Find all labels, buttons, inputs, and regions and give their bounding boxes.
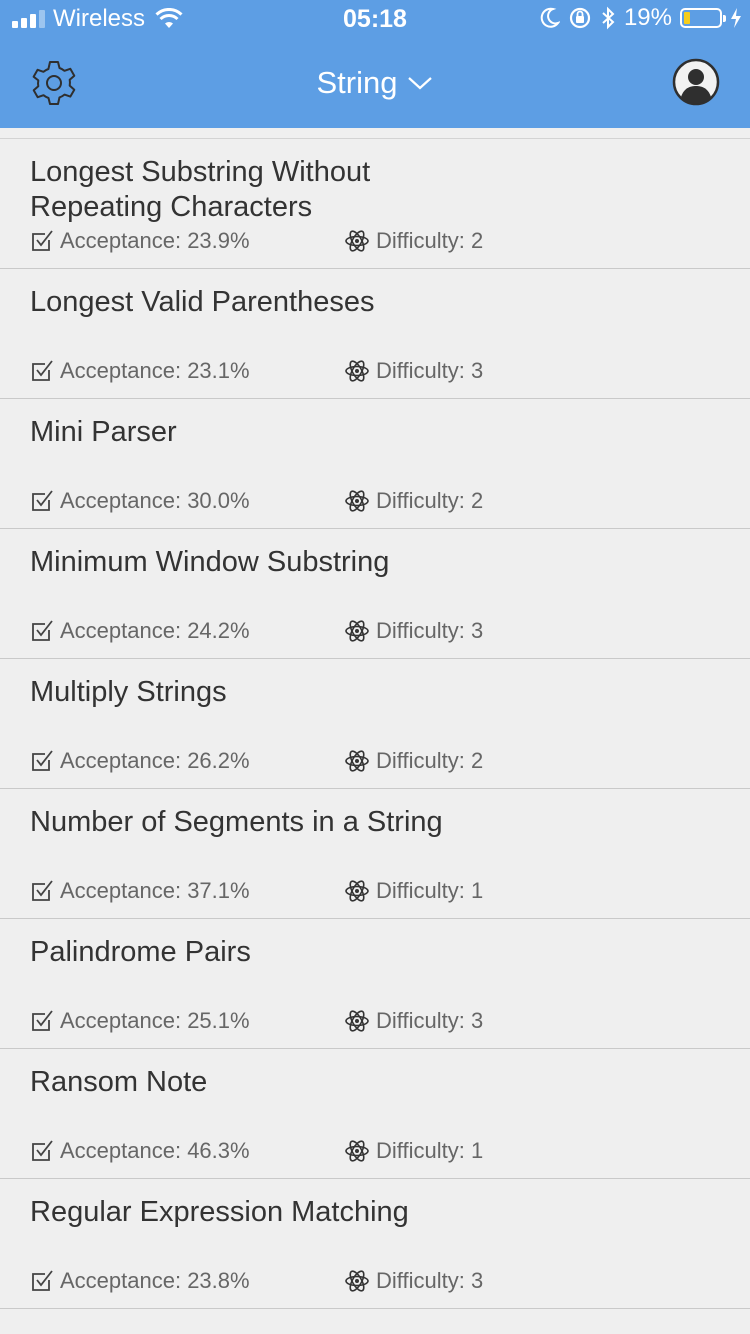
checkbox-checked-icon [32, 360, 53, 381]
problem-list: Longest Substring Without Repeating Char… [0, 138, 750, 1309]
problem-meta: Acceptance: 26.2% Difficulty: 2 [30, 748, 483, 774]
nav-title-wrap: String [0, 65, 750, 101]
difficulty-group: Difficulty: 3 [344, 1268, 483, 1294]
problem-meta: Acceptance: 23.8% Difficulty: 3 [30, 1268, 483, 1294]
acceptance-text: Acceptance: 37.1% [60, 878, 250, 903]
problem-title: Regular Expression Matching [30, 1196, 409, 1228]
battery-percent: 19% [623, 4, 672, 31]
user-avatar-icon[interactable] [672, 58, 720, 106]
difficulty-text: Difficulty: 1 [376, 878, 484, 903]
difficulty-group: Difficulty: 2 [344, 228, 483, 254]
checkbox-checked-icon [32, 620, 53, 641]
difficulty-group: Difficulty: 3 [344, 358, 483, 384]
acceptance-group: Acceptance: 46.3% [30, 1138, 344, 1164]
checkbox-checked-icon [32, 1010, 53, 1031]
difficulty-text: Difficulty: 3 [376, 1268, 484, 1293]
problem-row[interactable]: Longest Substring Without Repeating Char… [0, 139, 750, 269]
problem-row[interactable]: Multiply Strings Acceptance: 26.2% Diffi… [0, 659, 750, 789]
difficulty-group: Difficulty: 2 [344, 748, 483, 774]
acceptance-group: Acceptance: 26.2% [30, 748, 344, 774]
problem-meta: Acceptance: 23.9% Difficulty: 2 [30, 228, 483, 254]
problem-row[interactable]: Ransom Note Acceptance: 46.3% Difficulty… [0, 1049, 750, 1179]
acceptance-group: Acceptance: 37.1% [30, 878, 344, 904]
difficulty-group: Difficulty: 3 [344, 618, 483, 644]
difficulty-group: Difficulty: 1 [344, 878, 483, 904]
battery-icon [680, 8, 726, 28]
acceptance-text: Acceptance: 23.9% [60, 228, 250, 253]
nav-title: String [316, 65, 398, 100]
moon-icon [540, 7, 560, 28]
acceptance-group: Acceptance: 23.8% [30, 1268, 344, 1294]
acceptance-text: Acceptance: 30.0% [60, 488, 250, 513]
acceptance-group: Acceptance: 24.2% [30, 618, 344, 644]
acceptance-text: Acceptance: 25.1% [60, 1008, 250, 1033]
acceptance-group: Acceptance: 25.1% [30, 1008, 344, 1034]
category-selector[interactable]: String [317, 65, 434, 101]
difficulty-group: Difficulty: 3 [344, 1008, 483, 1034]
difficulty-text: Difficulty: 3 [376, 1008, 484, 1033]
problem-title: Number of Segments in a String [30, 806, 443, 838]
problem-meta: Acceptance: 23.1% Difficulty: 3 [30, 358, 483, 384]
checkbox-checked-icon [32, 750, 53, 771]
chevron-down-icon [408, 77, 433, 90]
acceptance-text: Acceptance: 23.8% [60, 1268, 250, 1293]
problem-meta: Acceptance: 25.1% Difficulty: 3 [30, 1008, 483, 1034]
problem-row[interactable]: Mini Parser Acceptance: 30.0% Difficulty… [0, 399, 750, 529]
problem-title: Multiply Strings [30, 676, 227, 708]
checkbox-checked-icon [32, 230, 53, 251]
atom-icon [345, 880, 369, 902]
problem-meta: Acceptance: 30.0% Difficulty: 2 [30, 488, 483, 514]
status-bar: Wireless 05:18 19% [0, 0, 750, 40]
atom-icon [345, 1140, 369, 1162]
atom-icon [345, 750, 369, 772]
difficulty-text: Difficulty: 3 [376, 618, 484, 643]
difficulty-text: Difficulty: 3 [376, 358, 484, 383]
checkbox-checked-icon [32, 880, 53, 901]
problem-meta: Acceptance: 37.1% Difficulty: 1 [30, 878, 483, 904]
acceptance-group: Acceptance: 23.9% [30, 228, 344, 254]
app-header: Wireless 05:18 19% String [0, 0, 750, 128]
atom-icon [345, 230, 369, 252]
problem-meta: Acceptance: 46.3% Difficulty: 1 [30, 1138, 483, 1164]
orientation-lock-icon [569, 7, 591, 29]
difficulty-text: Difficulty: 1 [376, 1138, 484, 1163]
atom-icon [345, 360, 369, 382]
acceptance-text: Acceptance: 26.2% [60, 748, 250, 773]
problem-row[interactable]: Longest Valid Parentheses Acceptance: 23… [0, 269, 750, 399]
status-right: 19% [540, 4, 742, 32]
atom-icon [345, 490, 369, 512]
acceptance-text: Acceptance: 24.2% [60, 618, 250, 643]
checkbox-checked-icon [32, 1140, 53, 1161]
acceptance-text: Acceptance: 23.1% [60, 358, 250, 383]
problem-title: Longest Valid Parentheses [30, 286, 375, 318]
difficulty-group: Difficulty: 1 [344, 1138, 483, 1164]
problem-row[interactable]: Minimum Window Substring Acceptance: 24.… [0, 529, 750, 659]
battery-fill [684, 12, 690, 24]
checkbox-checked-icon [32, 1270, 53, 1291]
acceptance-group: Acceptance: 30.0% [30, 488, 344, 514]
checkbox-checked-icon [32, 490, 53, 511]
problem-meta: Acceptance: 24.2% Difficulty: 3 [30, 618, 483, 644]
difficulty-group: Difficulty: 2 [344, 488, 483, 514]
problem-title: Mini Parser [30, 416, 177, 448]
atom-icon [345, 1270, 369, 1292]
problem-row[interactable]: Palindrome Pairs Acceptance: 25.1% Diffi… [0, 919, 750, 1049]
problem-row[interactable]: Number of Segments in a String Acceptanc… [0, 789, 750, 919]
nav-bar: String [0, 40, 750, 128]
difficulty-text: Difficulty: 2 [376, 748, 484, 773]
difficulty-text: Difficulty: 2 [376, 228, 484, 253]
acceptance-group: Acceptance: 23.1% [30, 358, 344, 384]
battery-nub [723, 15, 726, 22]
problem-title: Minimum Window Substring [30, 546, 390, 578]
bluetooth-icon [602, 6, 615, 30]
problem-row[interactable]: Regular Expression Matching Acceptance: … [0, 1179, 750, 1309]
atom-icon [345, 1010, 369, 1032]
difficulty-text: Difficulty: 2 [376, 488, 484, 513]
problem-title: Longest Substring Without Repeating Char… [30, 156, 371, 223]
atom-icon [345, 620, 369, 642]
acceptance-text: Acceptance: 46.3% [60, 1138, 250, 1163]
problem-title: Palindrome Pairs [30, 936, 251, 968]
problem-title: Ransom Note [30, 1066, 208, 1098]
charging-icon [731, 8, 741, 28]
